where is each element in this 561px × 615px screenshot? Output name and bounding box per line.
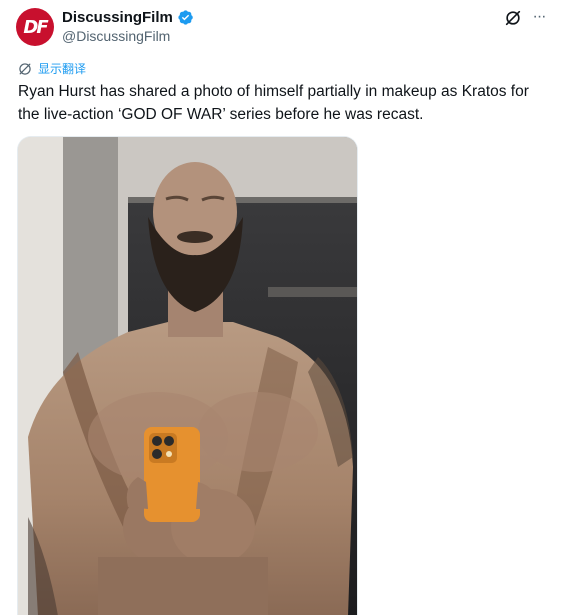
- author-handle[interactable]: @DiscussingFilm: [62, 28, 170, 44]
- show-translation-link[interactable]: 显示翻译: [18, 60, 86, 77]
- avatar[interactable]: DF: [16, 8, 54, 46]
- verified-badge-icon: [178, 10, 193, 25]
- tweet-photo[interactable]: [17, 136, 358, 615]
- grok-icon[interactable]: [504, 9, 522, 27]
- author-name-row: DiscussingFilm: [62, 9, 194, 26]
- display-name[interactable]: DiscussingFilm: [62, 9, 173, 26]
- photo-illustration: [18, 137, 357, 615]
- more-icon[interactable]: ···: [530, 8, 548, 26]
- translate-icon: [19, 62, 31, 75]
- show-translation-label[interactable]: 显示翻译: [38, 60, 86, 77]
- avatar-logo: DF: [23, 16, 48, 38]
- tweet: DF DiscussingFilm @DiscussingFilm ··· 显示…: [0, 0, 561, 615]
- tweet-text: Ryan Hurst has shared a photo of himself…: [18, 83, 529, 123]
